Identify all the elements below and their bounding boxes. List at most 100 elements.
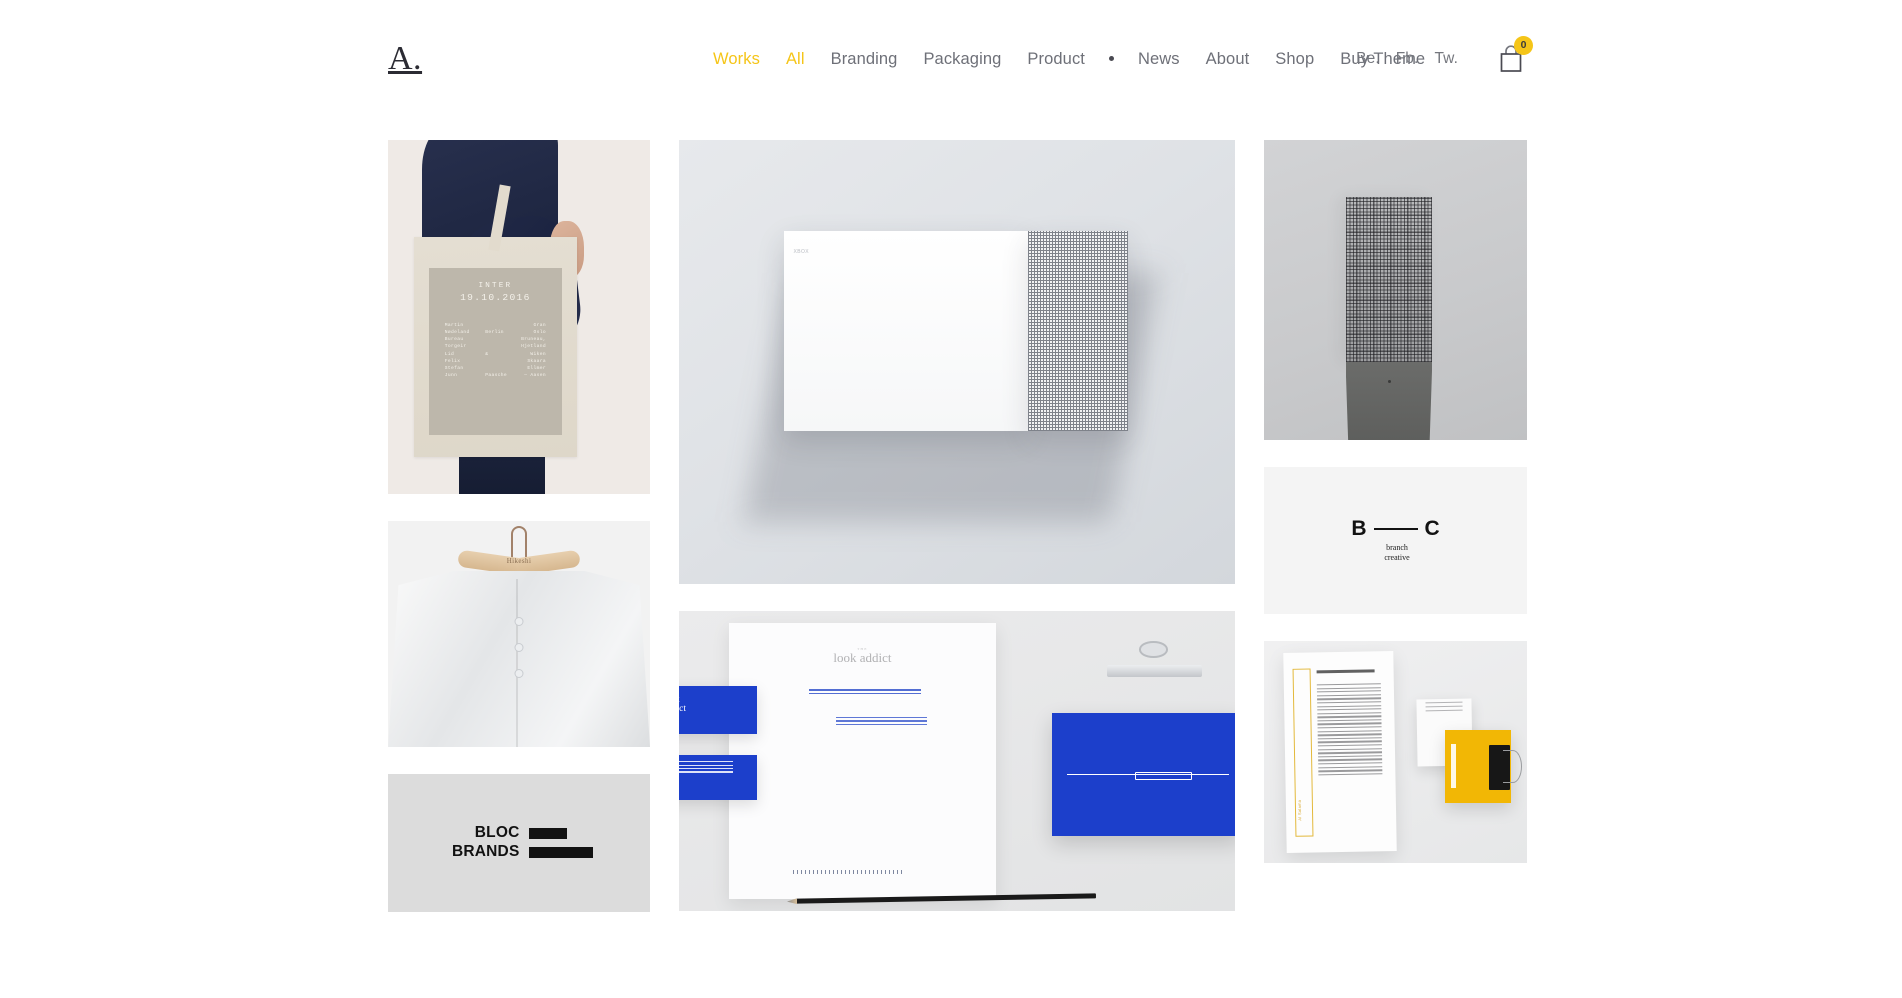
tote-name-cell: Hjetland bbox=[521, 344, 546, 350]
tote-name-row: Nødeland Berlin Oslo bbox=[445, 329, 546, 336]
work-tile-white-console[interactable]: XBOX bbox=[679, 140, 1235, 584]
tote-name-cell bbox=[485, 336, 511, 343]
site-header: A. Works All Branding Packaging Product … bbox=[0, 0, 1902, 118]
letterhead-heading-bar bbox=[1316, 669, 1375, 674]
tote-name-cell: Ellmer bbox=[527, 365, 546, 371]
console-body bbox=[783, 231, 1029, 431]
cart-count-badge: 0 bbox=[1514, 36, 1533, 55]
tote-name-cell: Lid bbox=[444, 351, 455, 357]
text-line bbox=[1318, 758, 1383, 762]
tote-name-row: Junn Paasche — Aasen bbox=[445, 372, 546, 379]
letterhead-sheet: THE look addict bbox=[729, 623, 996, 899]
text-line bbox=[1317, 733, 1382, 737]
blue-poster-sheet bbox=[1051, 713, 1235, 836]
tote-name-cell: Berlin bbox=[485, 330, 504, 336]
tower-base bbox=[1345, 362, 1433, 440]
nav-link-product[interactable]: Product bbox=[1014, 50, 1098, 69]
work-tile-hanger-jacket[interactable]: Hikeshi bbox=[388, 521, 650, 747]
branch-letter-right: C bbox=[1424, 517, 1440, 541]
text-line bbox=[1424, 705, 1463, 708]
look-addict-logo: THE look addict bbox=[729, 647, 996, 666]
letterhead-body-text bbox=[1316, 683, 1383, 778]
silver-jacket bbox=[388, 571, 650, 747]
tower-perforated-panel bbox=[1345, 197, 1433, 362]
text-line bbox=[1317, 701, 1382, 704]
branch-letter-left: B bbox=[1351, 517, 1367, 541]
branch-subtitle-line-1: branch bbox=[1386, 543, 1408, 553]
jacket-button bbox=[514, 617, 524, 626]
social-link-behance[interactable]: Be. bbox=[1348, 50, 1388, 68]
social-link-twitter[interactable]: Tw. bbox=[1426, 50, 1466, 68]
tote-name-row: Felix Skaara bbox=[445, 358, 546, 365]
text-line bbox=[1317, 726, 1382, 729]
social-link-facebook[interactable]: Fb. bbox=[1388, 50, 1427, 68]
card-logo: lookaddict bbox=[679, 695, 686, 715]
nav-link-about[interactable]: About bbox=[1193, 50, 1263, 69]
clip-plate bbox=[1107, 664, 1202, 677]
text-line bbox=[1317, 708, 1382, 711]
bloc-brands-logo: BLOC BRANDS bbox=[446, 824, 593, 862]
work-tile-yellow-letterhead[interactable]: Al Salama bbox=[1264, 641, 1527, 863]
tote-name-cell bbox=[485, 343, 511, 350]
hanger-brand-label: Hikeshi bbox=[506, 557, 532, 565]
cart-button[interactable]: 0 bbox=[1498, 36, 1533, 74]
work-tile-perforated-tower[interactable] bbox=[1264, 140, 1527, 440]
tote-name-row: Stefan Ellmer bbox=[445, 365, 546, 372]
brand-logo[interactable]: A. bbox=[388, 42, 422, 76]
nav-link-packaging[interactable]: Packaging bbox=[910, 50, 1014, 69]
branch-subtitle-line-2: creative bbox=[1384, 553, 1410, 562]
yellow-card-stripe bbox=[1450, 744, 1456, 789]
text-line bbox=[1317, 712, 1382, 715]
text-line bbox=[1318, 748, 1383, 751]
work-tile-branch-creative[interactable]: B C branch creative bbox=[1264, 467, 1527, 614]
branch-rule-divider bbox=[1373, 527, 1418, 530]
text-line bbox=[1317, 719, 1382, 722]
text-line bbox=[809, 692, 922, 695]
nav-link-branding[interactable]: Branding bbox=[818, 50, 911, 69]
tote-name-row: Martin Gran bbox=[445, 322, 546, 329]
work-tile-bloc-brands[interactable]: BLOC BRANDS bbox=[388, 774, 650, 912]
text-line bbox=[1317, 730, 1382, 733]
tote-name-cell: Bureau bbox=[444, 337, 464, 343]
text-line bbox=[1317, 722, 1382, 726]
card-text-block bbox=[679, 761, 733, 775]
text-line bbox=[1318, 755, 1383, 758]
text-line bbox=[1317, 694, 1382, 697]
bloc-line-2: BRANDS bbox=[451, 843, 520, 860]
bloc-bar-long bbox=[528, 846, 593, 858]
tote-name-cell: Junn bbox=[444, 372, 458, 378]
text-line bbox=[1317, 704, 1382, 708]
tote-name-cell: Wiken bbox=[530, 351, 546, 357]
nav-link-shop[interactable]: Shop bbox=[1262, 50, 1327, 69]
bloc-line-1: BLOC bbox=[474, 824, 520, 842]
letterhead-address-block bbox=[809, 689, 922, 696]
tote-name-row: Bureau Bruneau, bbox=[445, 336, 546, 343]
work-tile-look-addict-stationery[interactable]: THE look addict lookaddict bbox=[679, 611, 1235, 911]
text-line bbox=[1318, 762, 1383, 765]
needle-illustration-icon bbox=[1066, 771, 1230, 780]
work-tile-tote-bag[interactable]: INTER 19.10.2016 Martin Gran Nødeland Be… bbox=[388, 140, 650, 494]
jacket-button bbox=[514, 643, 524, 652]
nav-link-works[interactable]: Works bbox=[700, 50, 773, 69]
nav-link-news[interactable]: News bbox=[1125, 50, 1193, 69]
letterhead-sidebar-label: Al Salama bbox=[1297, 799, 1303, 821]
tote-name-cell bbox=[485, 365, 511, 372]
look-addict-logo-name: look addict bbox=[833, 650, 892, 666]
tote-print-title: INTER bbox=[478, 282, 513, 291]
gallery-column-left: INTER 19.10.2016 Martin Gran Nødeland Be… bbox=[388, 140, 650, 939]
nav-link-all[interactable]: All bbox=[773, 50, 818, 69]
tower-indicator-dot-icon bbox=[1387, 380, 1391, 383]
business-card-front: lookaddict bbox=[679, 686, 757, 734]
text-line bbox=[679, 764, 733, 766]
text-line bbox=[1317, 740, 1383, 744]
header-utilities: Be. Fb. Tw. 0 bbox=[1348, 0, 1533, 118]
tote-name-cell: Paasche bbox=[485, 372, 508, 378]
letterhead-sidebar-frame: Al Salama bbox=[1292, 668, 1313, 837]
text-line bbox=[1317, 690, 1382, 693]
letterhead-document: Al Salama bbox=[1283, 651, 1398, 853]
tote-name-cell: Skaara bbox=[527, 358, 546, 364]
text-line bbox=[1318, 765, 1383, 769]
text-line bbox=[1316, 683, 1382, 686]
tote-name-cell: & bbox=[485, 351, 489, 357]
branch-subtitle: branch creative bbox=[1384, 543, 1409, 563]
